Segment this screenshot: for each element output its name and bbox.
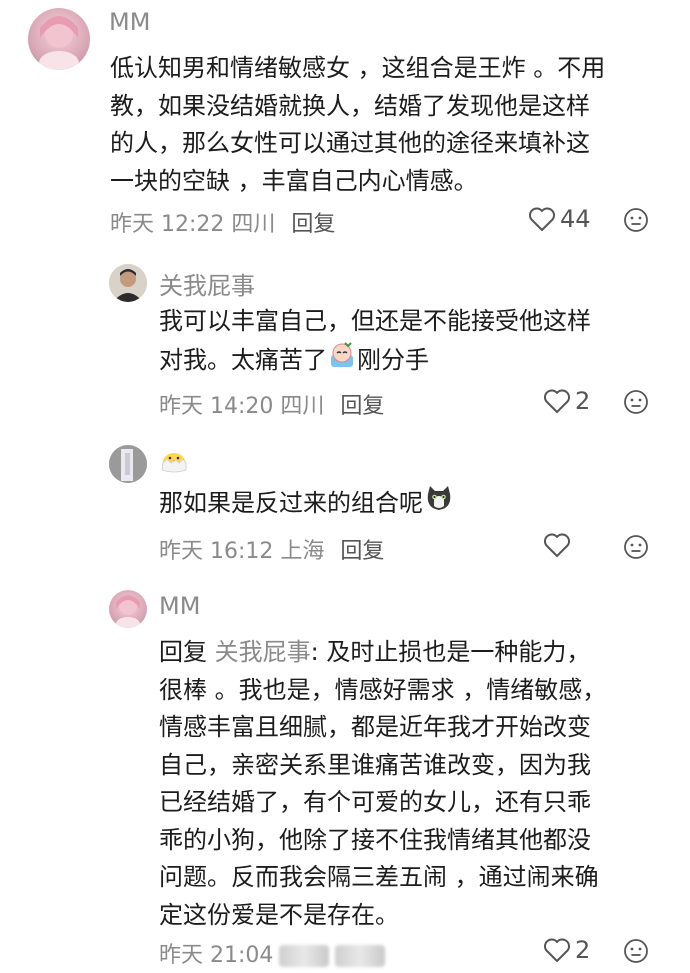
comment-meta: 昨天 16:12 上海 回复 xyxy=(159,533,384,565)
emoji-react-button[interactable] xyxy=(623,389,649,419)
heart-icon xyxy=(544,389,570,413)
heart-icon xyxy=(529,207,555,231)
heart-icon xyxy=(544,533,570,557)
like-button[interactable]: 2 xyxy=(543,387,590,415)
comment-meta: 昨天 14:20 四川 回复 xyxy=(159,388,384,420)
text-segment: 刚分手 xyxy=(357,345,429,374)
text-line: 情感丰富且细腻，都是近年我才开始改变 xyxy=(159,713,591,741)
photo-avatar-image xyxy=(109,445,147,483)
username[interactable]: MM xyxy=(109,8,150,36)
text-line: 教，如果没结婚就换人，结婚了发现他是这样 xyxy=(110,91,590,120)
text-line: 对我。太痛苦了 刚分手 xyxy=(159,341,659,381)
neutral-face-icon xyxy=(624,208,648,232)
text-line: 低认知男和情绪敏感女 ，这组合是王炸 。不用 xyxy=(110,54,606,82)
text-line: 已经结婚了，有个可爱的女儿，还有只乖 xyxy=(159,788,591,816)
like-button[interactable] xyxy=(543,532,571,558)
avatar[interactable] xyxy=(109,590,147,628)
comment-meta: 昨天 12:22 四川 回复 xyxy=(110,206,335,238)
like-count: 2 xyxy=(575,936,591,964)
reply-prefix: 回复 xyxy=(159,638,207,666)
heart-icon xyxy=(544,938,570,962)
crying-emoji-icon xyxy=(328,341,356,381)
obscured-location xyxy=(279,945,330,967)
timestamp-location: 昨天 16:12 上海 xyxy=(159,539,325,564)
timestamp-location: 昨天 12:22 四川 xyxy=(110,212,276,237)
like-button[interactable]: 44 xyxy=(528,205,591,233)
username[interactable]: MM xyxy=(159,592,200,620)
avatar[interactable] xyxy=(28,8,90,70)
text-line: 一块的空缺 ，丰富自己内心情感。 xyxy=(110,166,478,195)
comment-text: 低认知男和情绪敏感女 ，这组合是王炸 。不用 教，如果没结婚就换人，结婚了发现他… xyxy=(110,50,670,200)
comment-text: 回复 关我屁事: 及时止损也是一种能力， 很棒 。我也是，情感好需求 ，情绪敏感… xyxy=(159,634,659,934)
emoji-react-button[interactable] xyxy=(623,938,649,968)
timestamp: 昨天 21:04 xyxy=(159,943,274,968)
emoji-react-button[interactable] xyxy=(623,207,649,237)
avatar[interactable] xyxy=(109,264,147,302)
avatar[interactable] xyxy=(109,445,147,483)
reply-target-username[interactable]: 关我屁事 xyxy=(215,638,311,666)
comment-text: 那如果是反过来的组合呢 xyxy=(159,484,659,524)
text-line: 很棒 。我也是，情感好需求 ，情绪敏感， xyxy=(159,675,607,704)
text-line: 问题。反而我会隔三差五闹 ，通过闹来确 xyxy=(159,863,599,891)
text-line: 我可以丰富自己，但还是不能接受他这样 xyxy=(159,307,591,335)
anime-avatar-image xyxy=(39,16,79,70)
like-button[interactable]: 2 xyxy=(543,936,590,964)
neutral-face-icon xyxy=(624,390,648,414)
text-segment: : 及时止损也是一种能力， xyxy=(310,638,591,666)
chick-emoji-username[interactable] xyxy=(158,446,190,478)
man-avatar-image xyxy=(109,264,147,302)
emoji-react-button[interactable] xyxy=(623,534,649,564)
text-line: 回复 关我屁事: 及时止损也是一种能力， xyxy=(159,634,659,672)
like-count: 44 xyxy=(560,205,591,233)
text-line: 自己，亲密关系里谁痛苦谁改变，因为我 xyxy=(159,750,591,779)
timestamp-location: 昨天 14:20 四川 xyxy=(159,394,325,419)
text-line: 定这份爱是不是存在。 xyxy=(159,900,399,929)
like-count: 2 xyxy=(575,387,591,415)
anime-avatar-image xyxy=(116,595,140,628)
text-line: 乖的小狗，他除了接不住我情绪其他都没 xyxy=(159,825,591,854)
reply-button[interactable]: 回复 xyxy=(340,394,384,419)
text-segment: 对我。太痛苦了 xyxy=(159,345,327,374)
neutral-face-icon xyxy=(624,939,648,963)
text-segment: 那如果是反过来的组合呢 xyxy=(159,488,423,517)
comment-meta: 昨天 21:04 xyxy=(159,937,386,969)
chick-icon xyxy=(161,453,187,473)
obscured-reply-button[interactable] xyxy=(335,945,386,967)
cat-emoji-icon xyxy=(424,484,454,524)
reply-button[interactable]: 回复 xyxy=(291,212,335,237)
text-line: 的人，那么女性可以通过其他的途径来填补这 xyxy=(110,129,590,157)
text-line: 那如果是反过来的组合呢 xyxy=(159,484,659,524)
username[interactable]: 关我屁事 xyxy=(159,266,255,301)
comment-text: 我可以丰富自己，但还是不能接受他这样 对我。太痛苦了 刚分手 xyxy=(159,303,659,380)
reply-button[interactable]: 回复 xyxy=(340,539,384,564)
neutral-face-icon xyxy=(624,535,648,559)
